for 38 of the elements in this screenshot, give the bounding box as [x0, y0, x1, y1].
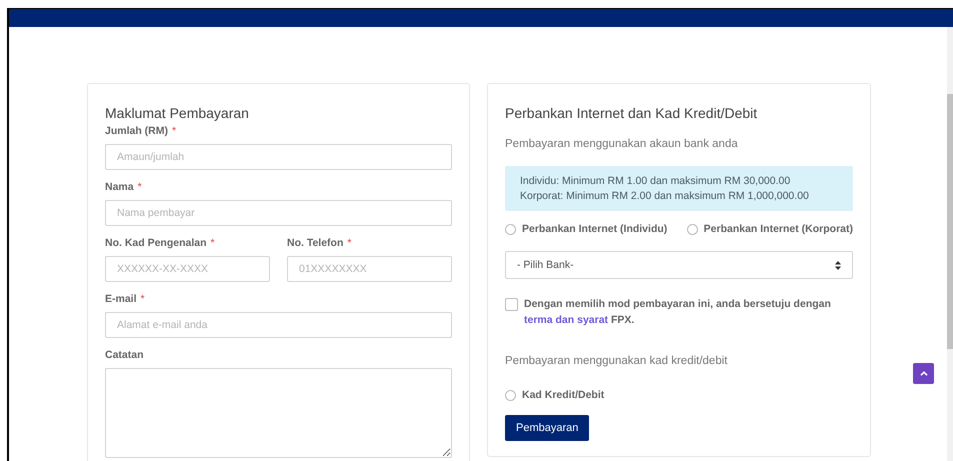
limit-text: Individu: Minimum RM 1.00 dan maksimum RM 30,000.00 — [520, 175, 792, 187]
radio-button[interactable] — [505, 390, 516, 400]
sort-icon — [835, 260, 841, 270]
limit-text: Korporat: Minimum RM 2.00 dan maksimum RM 1,000,000.00 — [520, 190, 810, 202]
bank-select[interactable]: - Pilih Bank- — [505, 251, 853, 279]
required-mark: * — [210, 237, 215, 249]
scrollbar[interactable] — [947, 27, 953, 461]
section-subtitle: Pembayaran menggunakan kad kredit/debit — [505, 355, 728, 367]
chevron-up-icon — [920, 371, 928, 376]
required-mark: * — [172, 125, 176, 137]
card-title: Perbankan Internet dan Kad Kredit/Debit — [505, 105, 758, 121]
input-field[interactable]: XXXXXX-XX-XXXX — [105, 256, 270, 282]
notes-field[interactable] — [105, 368, 452, 458]
scroll-to-top-button[interactable] — [913, 363, 934, 384]
input-field[interactable]: Alamat e-mail anda — [105, 312, 452, 338]
field-label: E-mail — [105, 293, 137, 305]
required-mark: * — [138, 181, 142, 193]
checkbox[interactable] — [505, 298, 518, 311]
radio-label: Perbankan Internet (Individu) — [522, 223, 668, 235]
radio-label: Kad Kredit/Debit — [522, 389, 604, 401]
input-field[interactable]: 01XXXXXXXX — [287, 256, 452, 282]
radio-button[interactable] — [686, 224, 698, 234]
input-field[interactable]: Amaun/jumlah — [105, 144, 452, 170]
field-label: No. Kad Pengenalan — [105, 237, 207, 249]
field-label: Jumlah (RM) — [105, 125, 168, 137]
section-subtitle: Pembayaran menggunakan akaun bank anda — [505, 138, 739, 150]
card-title: Maklumat Pembayaran — [105, 105, 250, 121]
required-mark: * — [140, 293, 145, 305]
terms-link[interactable]: terma dan syarat — [524, 314, 608, 326]
field-label: Catatan — [105, 349, 144, 361]
agreement-text: Dengan memilih mod pembayaran ini, anda bersetuju dengan terma dan syarat FPX. — [524, 297, 832, 328]
radio-button[interactable] — [505, 224, 516, 234]
field-label: Nama — [105, 181, 134, 193]
required-mark: * — [347, 237, 352, 249]
field-label: No. Telefon — [287, 237, 344, 249]
pay-button[interactable]: Pembayaran — [505, 415, 590, 441]
input-field[interactable]: Nama pembayar — [105, 200, 452, 226]
radio-label: Perbankan Internet (Korporat) — [704, 223, 853, 235]
